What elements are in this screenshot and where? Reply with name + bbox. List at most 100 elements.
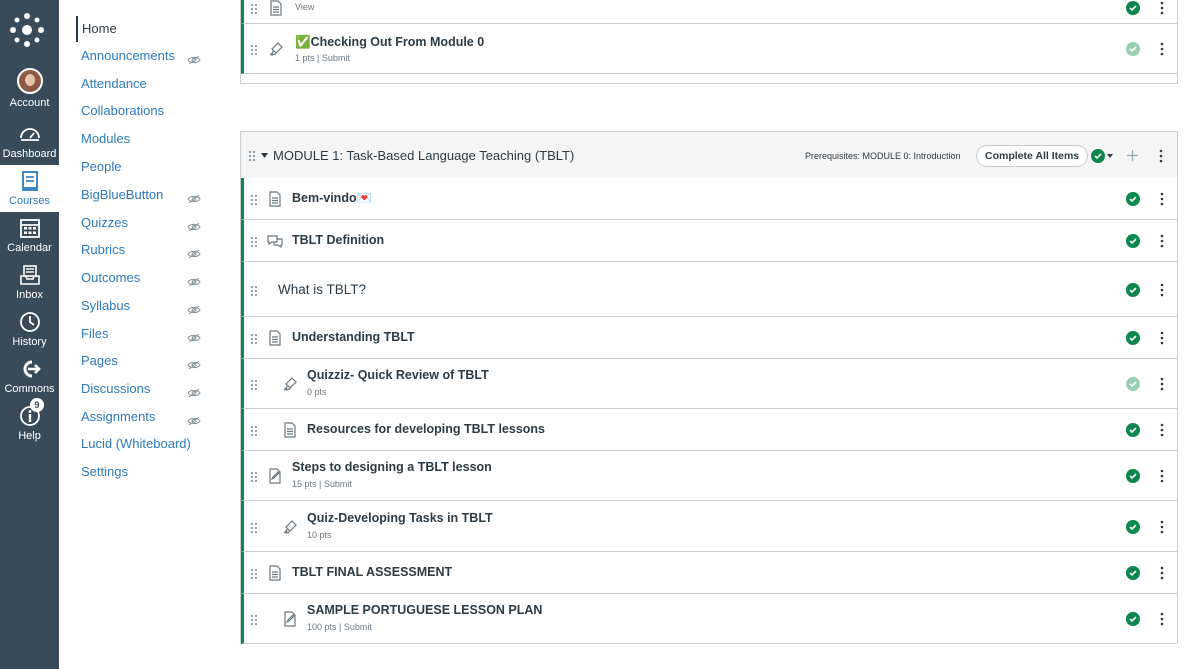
module-item-title[interactable]: Bem-vindo💌: [292, 191, 372, 206]
item-options-icon[interactable]: [1160, 234, 1164, 248]
item-options-icon[interactable]: [1160, 566, 1164, 580]
item-options-icon[interactable]: [1160, 469, 1164, 483]
module-item-title[interactable]: SAMPLE PORTUGUESE LESSON PLAN: [307, 603, 542, 617]
module-item[interactable]: Understanding TBLT: [241, 317, 1177, 359]
nav-commons[interactable]: Commons: [0, 357, 59, 395]
module-item-title[interactable]: TBLT Definition: [292, 233, 384, 247]
course-nav-item[interactable]: People: [81, 159, 121, 174]
completed-check-icon: [1126, 566, 1140, 580]
module-0-items: 🕐 Orientation and InstructionsView✅Check…: [240, 0, 1178, 84]
item-options-icon[interactable]: [1160, 520, 1164, 534]
item-options-icon[interactable]: [1160, 377, 1164, 391]
course-nav-item[interactable]: Announcements: [81, 48, 175, 63]
drag-handle-icon[interactable]: [250, 235, 258, 247]
drag-handle-icon[interactable]: [250, 43, 258, 55]
nav-inbox-label: Inbox: [16, 289, 43, 301]
module-item-title[interactable]: Resources for developing TBLT lessons: [307, 422, 545, 436]
module-item-title[interactable]: What is TBLT?: [278, 282, 366, 297]
complete-all-items-badge: Complete All Items: [976, 145, 1089, 167]
course-nav-item[interactable]: Pages: [81, 353, 118, 368]
module-item[interactable]: TBLT FINAL ASSESSMENT: [241, 552, 1177, 594]
item-options-icon[interactable]: [1160, 42, 1164, 56]
drag-handle-icon[interactable]: [250, 521, 258, 533]
hidden-eye-icon: [187, 191, 201, 204]
module-item-title[interactable]: Steps to designing a TBLT lesson: [292, 460, 492, 474]
nav-courses[interactable]: Courses: [0, 165, 59, 212]
module-item[interactable]: SAMPLE PORTUGUESE LESSON PLAN 100 pts | S…: [241, 594, 1177, 644]
calendar-icon: [19, 219, 40, 238]
module-item[interactable]: Quiz-Developing Tasks in TBLT 10 pts: [241, 501, 1177, 552]
nav-account-label: Account: [9, 97, 50, 109]
item-options-icon[interactable]: [1160, 423, 1164, 437]
drag-handle-icon[interactable]: [250, 567, 258, 579]
add-item-icon[interactable]: [1127, 150, 1138, 161]
course-nav-item[interactable]: Quizzes: [81, 215, 128, 230]
drag-handle-icon[interactable]: [248, 150, 256, 162]
module-item[interactable]: TBLT Definition: [241, 220, 1177, 262]
hidden-eye-icon: [187, 357, 201, 370]
nav-calendar[interactable]: Calendar: [0, 216, 59, 254]
module-item-title[interactable]: TBLT FINAL ASSESSMENT: [292, 565, 452, 579]
item-options-icon[interactable]: [1160, 1, 1164, 15]
module-item[interactable]: Resources for developing TBLT lessons: [241, 409, 1177, 451]
module-item-title[interactable]: Quiz-Developing Tasks in TBLT: [307, 511, 493, 525]
inbox-icon: [19, 265, 40, 285]
item-options-icon[interactable]: [1160, 612, 1164, 626]
drag-handle-icon[interactable]: [250, 470, 258, 482]
module-item-title[interactable]: ✅Checking Out From Module 0: [295, 35, 484, 50]
canvas-logo-icon[interactable]: [9, 12, 45, 48]
course-nav-item[interactable]: Rubrics: [81, 242, 125, 257]
completed-check-icon: [1126, 469, 1140, 483]
item-options-icon[interactable]: [1160, 192, 1164, 206]
global-nav: Account Dashboard Courses Calendar Inbox…: [0, 0, 59, 669]
course-nav-home[interactable]: Home: [76, 16, 117, 42]
course-nav-item[interactable]: Lucid (Whiteboard): [81, 436, 191, 451]
collapse-arrow-icon[interactable]: [261, 153, 268, 158]
module-1-prerequisites: Prerequisites: MODULE 0: Introduction: [805, 151, 961, 161]
nav-inbox[interactable]: Inbox: [0, 263, 59, 301]
course-nav-item[interactable]: Syllabus: [81, 298, 130, 313]
nav-dashboard[interactable]: Dashboard: [0, 122, 59, 160]
course-nav-item[interactable]: Modules: [81, 131, 130, 146]
drag-handle-icon[interactable]: [250, 193, 258, 205]
module-1-header[interactable]: MODULE 1: Task-Based Language Teaching (…: [240, 131, 1178, 179]
nav-account[interactable]: Account: [0, 68, 59, 109]
module-item[interactable]: Bem-vindo💌: [241, 178, 1177, 220]
course-nav-item[interactable]: Outcomes: [81, 270, 140, 285]
completed-check-icon: [1126, 283, 1140, 297]
item-options-icon[interactable]: [1160, 331, 1164, 345]
completed-check-icon: [1126, 42, 1140, 56]
drag-handle-icon[interactable]: [250, 332, 258, 344]
page-icon: [268, 0, 284, 16]
item-options-icon[interactable]: [1160, 283, 1164, 297]
module-item-meta: 100 pts | Submit: [307, 622, 372, 632]
module-item[interactable]: Quizziz- Quick Review of TBLT 0 pts: [241, 359, 1177, 409]
module-item[interactable]: ✅Checking Out From Module 0 1 pts | Submi…: [241, 24, 1177, 74]
module-item[interactable]: What is TBLT?: [241, 262, 1177, 317]
course-nav-item[interactable]: Settings: [81, 464, 128, 479]
page-icon: [282, 422, 298, 438]
course-nav-item[interactable]: Discussions: [81, 381, 150, 396]
course-nav-item[interactable]: Collaborations: [81, 103, 164, 118]
chevron-down-icon[interactable]: [1107, 154, 1113, 158]
nav-help[interactable]: 9 Help: [0, 398, 59, 442]
drag-handle-icon[interactable]: [250, 284, 258, 296]
dashboard-icon: [19, 128, 40, 141]
completed-check-icon: [1126, 423, 1140, 437]
nav-history[interactable]: History: [0, 310, 59, 348]
completed-check-icon: [1126, 612, 1140, 626]
course-nav-item[interactable]: Assignments: [81, 409, 155, 424]
completed-check-icon: [1126, 192, 1140, 206]
drag-handle-icon[interactable]: [250, 378, 258, 390]
drag-handle-icon[interactable]: [250, 424, 258, 436]
course-nav-item[interactable]: Files: [81, 326, 108, 341]
course-nav-item[interactable]: Attendance: [81, 76, 147, 91]
course-nav-item[interactable]: BigBlueButton: [81, 187, 163, 202]
drag-handle-icon[interactable]: [250, 613, 258, 625]
module-item[interactable]: Steps to designing a TBLT lesson 15 pts |…: [241, 451, 1177, 501]
module-item-title[interactable]: Quizziz- Quick Review of TBLT: [307, 368, 489, 382]
drag-handle-icon[interactable]: [250, 2, 258, 14]
module-item-title[interactable]: Understanding TBLT: [292, 330, 415, 344]
module-item[interactable]: 🕐 Orientation and InstructionsView: [241, 0, 1177, 24]
module-options-icon[interactable]: [1159, 149, 1163, 163]
